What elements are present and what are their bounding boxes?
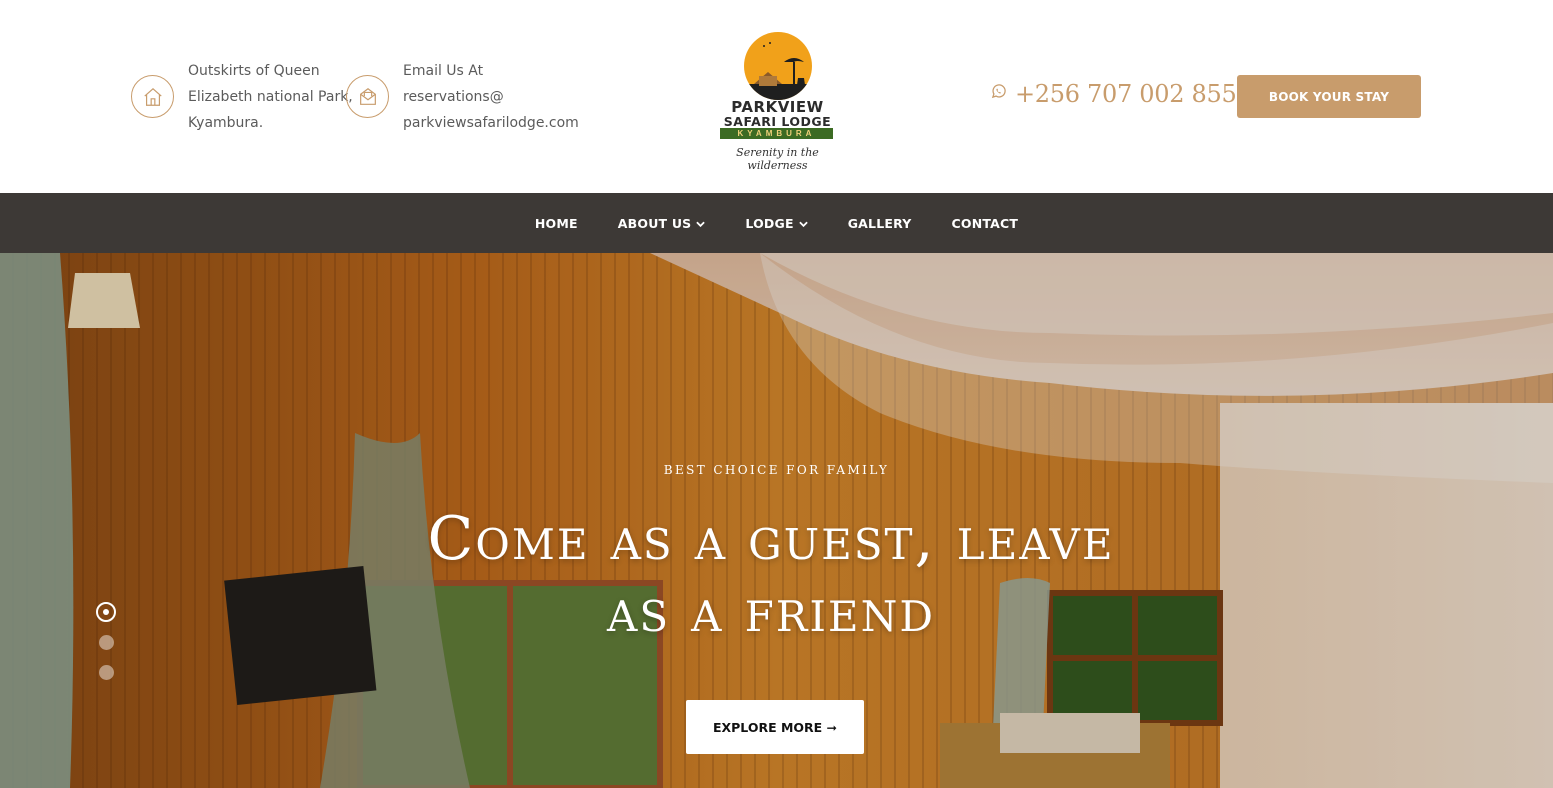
book-your-stay-button[interactable]: BOOK YOUR STAY	[1237, 75, 1421, 118]
hero-title-line: Come as a guest, leave	[427, 504, 1115, 574]
logo-subtitle: SAFARI LODGE	[723, 114, 832, 129]
hero-title-line: as a friend	[606, 576, 936, 646]
logo-sun-emblem	[744, 32, 812, 100]
nav-item-label[interactable]: ABOUT US	[618, 216, 692, 231]
nav-item-label[interactable]: GALLERY	[848, 216, 912, 231]
address-block: Outskirts of Queen Elizabeth national Pa…	[131, 58, 353, 136]
email-block: Email Us At reservations@ parkviewsafari…	[346, 58, 579, 136]
email-address-part[interactable]: reservations@	[403, 84, 579, 110]
nav-item-contact[interactable]: CONTACT	[952, 216, 1019, 231]
email-label: Email Us At	[403, 63, 484, 79]
address-line: Kyambura.	[188, 115, 264, 131]
logo-tagline: Serenity in the wilderness	[736, 146, 819, 172]
nav-item-about-us[interactable]: ABOUT US	[618, 216, 706, 231]
address-line: Elizabeth national Park,	[188, 89, 353, 105]
nav-item-label[interactable]: HOME	[535, 216, 578, 231]
slider-dot[interactable]	[96, 662, 116, 682]
phone-number[interactable]: +256 707 002 855	[1015, 80, 1237, 108]
main-navigation: HOME ABOUT US LODGE GALLERY CONTACT	[0, 193, 1553, 253]
nav-item-home[interactable]: HOME	[535, 216, 578, 231]
address-line: Outskirts of Queen	[188, 63, 320, 79]
address-text: Outskirts of Queen Elizabeth national Pa…	[188, 58, 353, 136]
email-text[interactable]: Email Us At reservations@ parkviewsafari…	[403, 58, 579, 136]
logo-band: KYAMBURA	[720, 128, 833, 139]
slider-dot[interactable]	[96, 632, 116, 652]
nav-item-label[interactable]: CONTACT	[952, 216, 1019, 231]
hero-subtitle: BEST CHOICE FOR FAMILY	[663, 463, 890, 477]
nav-item-lodge[interactable]: LODGE	[745, 216, 808, 231]
hero-slider: BEST CHOICE FOR FAMILY Come as a guest, …	[0, 253, 1553, 788]
hero-title: Come as a guest, leave as a friend	[340, 503, 1202, 647]
slider-pagination	[96, 602, 116, 692]
site-header: Outskirts of Queen Elizabeth national Pa…	[0, 0, 1553, 193]
slider-dot-active[interactable]	[96, 602, 116, 622]
explore-more-button[interactable]: EXPLORE MORE ➞	[686, 700, 864, 754]
envelope-icon	[346, 75, 389, 118]
phone-link[interactable]: +256 707 002 855	[990, 80, 1237, 108]
chevron-down-icon[interactable]	[798, 216, 808, 231]
nav-item-gallery[interactable]: GALLERY	[848, 216, 912, 231]
email-address-part[interactable]: parkviewsafarilodge.com	[403, 110, 579, 136]
nav-item-label[interactable]: LODGE	[745, 216, 793, 231]
whatsapp-icon	[990, 83, 1007, 105]
chevron-down-icon[interactable]	[696, 216, 706, 231]
home-icon	[131, 75, 174, 118]
site-logo[interactable]: PARKVIEW SAFARI LODGE KYAMBURA Serenity …	[705, 30, 850, 172]
